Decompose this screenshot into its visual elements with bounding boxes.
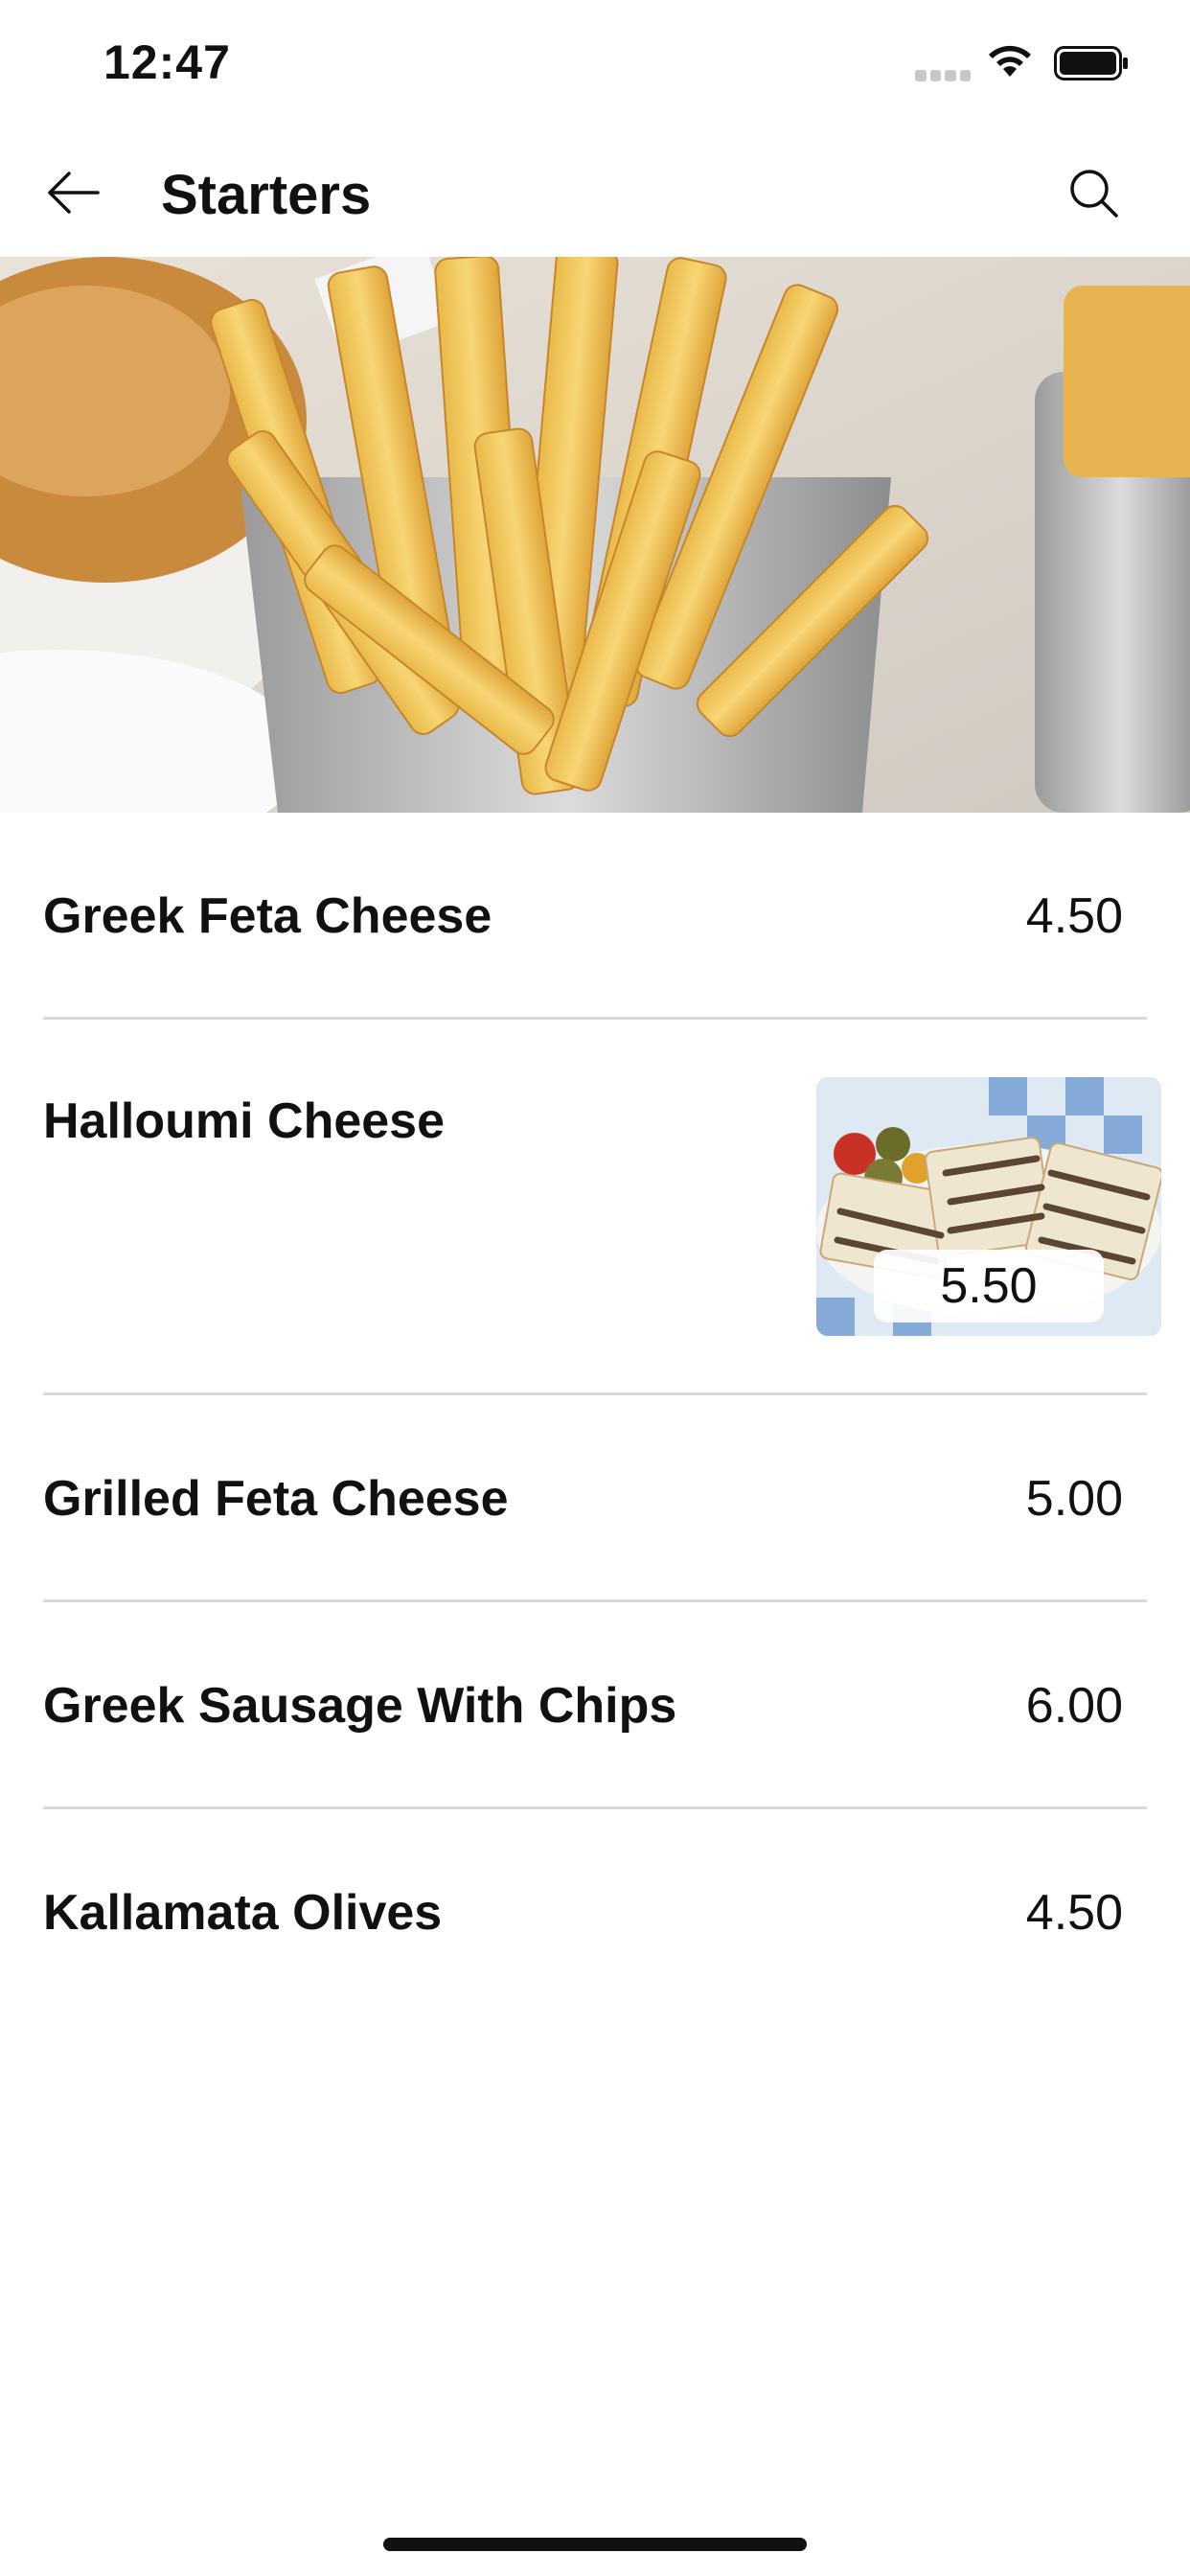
- menu-item-greek-feta-cheese[interactable]: Greek Feta Cheese 4.50: [0, 813, 1190, 1020]
- item-price: 5.00: [1025, 1471, 1123, 1527]
- battery-icon: [1054, 46, 1128, 80]
- menu-item-halloumi-cheese[interactable]: Halloumi Cheese 5.50: [0, 1020, 1190, 1395]
- item-name: Greek Sausage With Chips: [43, 1678, 677, 1734]
- signal-icon: [915, 70, 971, 81]
- item-name: Grilled Feta Cheese: [43, 1471, 509, 1527]
- search-icon: [1070, 170, 1118, 218]
- menu-item-greek-sausage-with-chips[interactable]: Greek Sausage With Chips 6.00: [0, 1602, 1190, 1809]
- item-price: 4.50: [1025, 888, 1123, 944]
- item-thumbnail[interactable]: 5.50: [816, 1077, 1161, 1336]
- hero-image: [0, 257, 1190, 813]
- menu-screen: 12:47 Starters Greek Feta Cheese 4.50 Ha…: [0, 0, 1190, 2576]
- menu-list: Greek Feta Cheese 4.50 Halloumi Cheese 5…: [0, 813, 1190, 2016]
- wifi-icon: [989, 45, 1031, 77]
- back-button[interactable]: [38, 158, 107, 227]
- item-price: 6.00: [1025, 1678, 1123, 1734]
- status-time: 12:47: [103, 35, 231, 89]
- arrow-left-icon: [48, 172, 100, 214]
- app-header: Starters: [0, 134, 1190, 259]
- menu-item-grilled-feta-cheese[interactable]: Grilled Feta Cheese 5.00: [0, 1395, 1190, 1602]
- item-price: 5.50: [874, 1250, 1104, 1322]
- item-price: 4.50: [1025, 1885, 1123, 1941]
- status-bar: 12:47: [0, 0, 1190, 125]
- menu-item-kallamata-olives[interactable]: Kallamata Olives 4.50: [0, 1809, 1190, 2016]
- item-name: Kallamata Olives: [43, 1885, 443, 1941]
- page-title: Starters: [161, 164, 372, 226]
- fries-photo: [0, 257, 1190, 813]
- item-name: Greek Feta Cheese: [43, 888, 492, 944]
- item-name: Halloumi Cheese: [43, 1093, 446, 1149]
- home-indicator[interactable]: [383, 2538, 807, 2551]
- search-button[interactable]: [1059, 158, 1128, 227]
